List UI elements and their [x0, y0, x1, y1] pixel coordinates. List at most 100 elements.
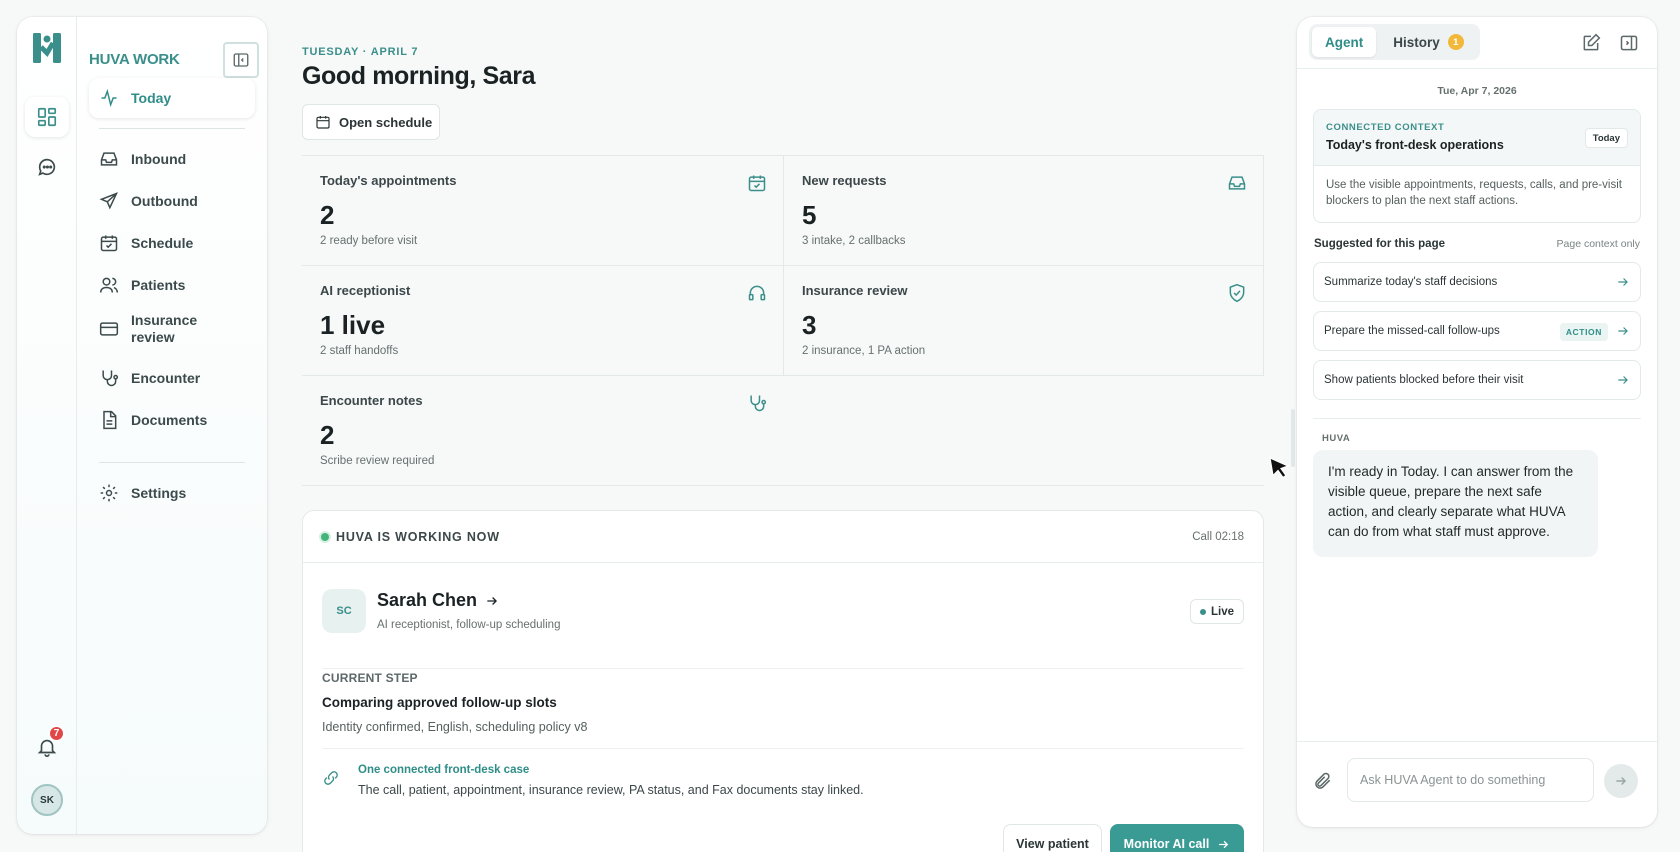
users-icon	[99, 275, 119, 295]
suggestion-summarize[interactable]: Summarize today's staff decisions	[1313, 262, 1641, 302]
suggestions-title: Suggested for this page	[1314, 238, 1445, 250]
case-title: One connected front-desk case	[358, 764, 530, 776]
tab-history[interactable]: History 1	[1380, 27, 1477, 57]
patient-row: SC Sarah Chen AI receptionist, follow-up…	[322, 589, 1244, 669]
action-badge: ACTION	[1559, 323, 1608, 341]
patient-name-link[interactable]: Sarah Chen	[377, 590, 499, 611]
stat-value: 1 live	[320, 310, 386, 340]
collapse-sidebar-button[interactable]	[223, 42, 259, 78]
stats-grid: Today's appointments 2 2 ready before vi…	[302, 155, 1264, 486]
working-title: HUVA IS WORKING NOW	[321, 530, 500, 544]
nav-divider	[99, 462, 245, 463]
context-title: Today's front-desk operations	[1326, 138, 1504, 152]
patient-subtitle: AI receptionist, follow-up scheduling	[377, 619, 561, 631]
agent-tabs: Agent History 1	[1309, 24, 1480, 60]
notifications-button[interactable]: 7	[31, 725, 65, 763]
attach-icon[interactable]	[1313, 771, 1333, 791]
arrow-right-icon	[1616, 324, 1630, 338]
ask-agent-input[interactable]	[1347, 758, 1594, 802]
suggestion-label: Summarize today's staff decisions	[1324, 276, 1498, 288]
open-schedule-button[interactable]: Open schedule	[302, 104, 440, 140]
working-header: HUVA IS WORKING NOW Call 02:18	[303, 511, 1263, 563]
nav-label: Inbound	[131, 151, 187, 167]
nav-item-settings[interactable]: Settings	[89, 473, 255, 513]
divider	[1313, 418, 1641, 419]
stat-card-ai-receptionist[interactable]: AI receptionist 1 live 2 staff handoffs	[302, 266, 783, 376]
stat-sub: Scribe review required	[320, 455, 435, 467]
nav-label: Documents	[131, 412, 208, 428]
suggestions-header: Suggested for this page Page context onl…	[1314, 238, 1640, 250]
stat-card-appointments[interactable]: Today's appointments 2 2 ready before vi…	[302, 156, 783, 266]
chat-bubble-icon	[36, 156, 58, 178]
rail-chat-button[interactable]	[25, 147, 69, 187]
nav-label: Settings	[131, 485, 187, 501]
patient-avatar: SC	[322, 589, 366, 633]
suggestion-missed-calls[interactable]: Prepare the missed-call follow-ups ACTIO…	[1313, 311, 1641, 351]
tab-label: Agent	[1325, 34, 1364, 50]
panel-resize-handle[interactable]	[1291, 409, 1295, 467]
nav-label: Encounter	[131, 370, 201, 386]
nav-label: Insurance review	[131, 312, 198, 345]
calendar-icon	[99, 233, 119, 253]
nav-item-patients[interactable]: Patients	[89, 265, 255, 305]
tab-agent[interactable]: Agent	[1312, 27, 1377, 57]
nav-item-encounter[interactable]: Encounter	[89, 358, 255, 398]
agent-header: Agent History 1	[1297, 17, 1657, 69]
live-dot	[1199, 608, 1206, 615]
view-patient-button[interactable]: View patient	[1003, 824, 1102, 852]
headset-icon	[747, 283, 767, 303]
stat-sub: 2 staff handoffs	[320, 345, 399, 357]
user-avatar[interactable]: SK	[31, 784, 63, 816]
monitor-label: Monitor AI call	[1123, 837, 1210, 851]
agent-panel: Agent History 1 Tue, Apr 7, 2026 CONNECT…	[1297, 17, 1657, 827]
stat-value: 2	[320, 420, 335, 450]
open-schedule-label: Open schedule	[339, 114, 433, 130]
huva-working-card: HUVA IS WORKING NOW Call 02:18 SC Sarah …	[302, 510, 1264, 852]
calendar-icon	[315, 114, 331, 130]
nav-item-outbound[interactable]: Outbound	[89, 181, 255, 221]
context-tag: Today	[1584, 128, 1628, 148]
stat-sub: 2 insurance, 1 PA action	[802, 345, 926, 357]
nav-item-insurance-review[interactable]: Insurance review	[89, 307, 255, 351]
call-timer: Call 02:18	[1192, 530, 1244, 543]
connected-case-row: One connected front-desk case The call, …	[322, 748, 1244, 808]
link-icon	[322, 769, 340, 787]
stat-label: New requests	[802, 173, 887, 188]
nav-item-documents[interactable]: Documents	[89, 400, 255, 440]
suggestions-note: Page context only	[1556, 238, 1640, 250]
arrow-right-icon	[1616, 373, 1630, 387]
nav-label: Schedule	[131, 235, 194, 251]
stethoscope-icon	[99, 368, 119, 388]
nav-item-schedule[interactable]: Schedule	[89, 223, 255, 263]
stat-value: 5	[802, 200, 817, 230]
stat-card-insurance-review[interactable]: Insurance review 3 2 insurance, 1 PA act…	[783, 266, 1264, 376]
suggestion-label: Prepare the missed-call follow-ups	[1324, 325, 1500, 337]
close-panel-icon[interactable]	[1619, 33, 1639, 53]
stat-card-encounter-notes[interactable]: Encounter notes 2 Scribe review required	[302, 376, 783, 486]
message-composer	[1297, 741, 1657, 827]
suggestion-blocked-patients[interactable]: Show patients blocked before their visit	[1313, 360, 1641, 400]
nav-divider	[99, 128, 245, 129]
context-header: CONNECTED CONTEXT Today's front-desk ope…	[1314, 110, 1640, 166]
arrow-right-icon	[485, 594, 499, 608]
card-icon	[99, 319, 119, 339]
rail-dashboard-button[interactable]	[25, 97, 69, 137]
stat-card-new-requests[interactable]: New requests 5 3 intake, 2 callbacks	[783, 156, 1264, 266]
context-kicker: CONNECTED CONTEXT	[1326, 122, 1445, 133]
main-content: TUESDAY · APRIL 7 Good morning, Sara Ope…	[302, 0, 1290, 852]
connected-context-card: CONNECTED CONTEXT Today's front-desk ope…	[1313, 109, 1641, 223]
inbox-icon	[99, 149, 119, 169]
monitor-ai-call-button[interactable]: Monitor AI call	[1110, 824, 1244, 852]
inbox-icon	[1227, 173, 1247, 193]
stat-label: AI receptionist	[320, 283, 411, 298]
stat-label: Insurance review	[802, 283, 908, 298]
sidebar-collapse-icon	[232, 51, 250, 69]
nav-item-inbound[interactable]: Inbound	[89, 139, 255, 179]
send-button[interactable]	[1604, 764, 1638, 798]
nav-item-today[interactable]: Today	[89, 78, 255, 118]
arrow-right-icon	[1614, 774, 1628, 788]
sidebar: 7 SK HUVA WORK Today Inbound Outbound Sc…	[17, 17, 267, 834]
calendar-check-icon	[747, 173, 767, 193]
compose-icon[interactable]	[1581, 33, 1601, 53]
suggestion-label: Show patients blocked before their visit	[1324, 374, 1524, 386]
